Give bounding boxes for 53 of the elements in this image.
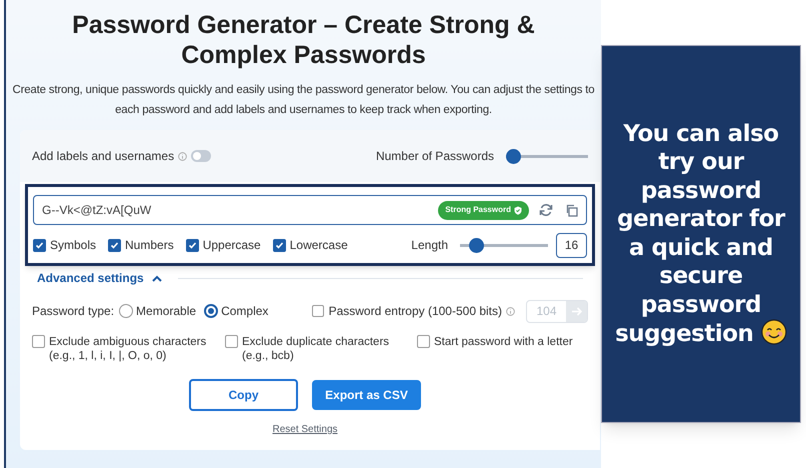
hint-text: (e.g., 1, l, i, I, |, O, o, 0) xyxy=(49,349,168,363)
slider-label: Number of Passwords xyxy=(376,148,494,165)
info-icon xyxy=(506,306,515,316)
checkbox[interactable] xyxy=(186,238,199,252)
description-text: Create strong, unique passwords quickly and easily using the password generator below. You can adjust the settings to xyxy=(12,83,594,98)
option-label: Password type: xyxy=(32,303,114,320)
checkbox-label: Password entropy (100-500 bits) xyxy=(328,303,502,320)
checkbox[interactable] xyxy=(225,335,238,348)
copy-button[interactable]: Copy xyxy=(189,379,298,411)
password-field[interactable]: G--Vk<@tZ:vA[QuW Strong Password xyxy=(33,195,587,225)
radio-button[interactable] xyxy=(204,304,218,318)
checkbox-label: Lowercase xyxy=(290,237,348,254)
copy-icon[interactable] xyxy=(565,204,578,216)
advanced-settings-toggle[interactable]: Advanced settings xyxy=(37,269,162,287)
reset-settings-link[interactable]: Reset Settings xyxy=(272,422,338,437)
toggle-switch[interactable] xyxy=(191,150,212,162)
length-field[interactable]: 16 xyxy=(556,232,587,258)
checkbox-label: Exclude ambiguous characters xyxy=(49,335,206,349)
checkbox[interactable] xyxy=(417,335,430,348)
slider-thumb[interactable] xyxy=(468,238,484,252)
checkbox-label: Numbers xyxy=(125,237,174,254)
checkbox-label: Symbols xyxy=(50,237,96,254)
password-value: G--Vk<@tZ:vA[QuW xyxy=(42,202,152,219)
radio-label: Complex xyxy=(221,303,268,320)
smiling-face-icon xyxy=(760,319,787,345)
radio-button[interactable] xyxy=(119,304,134,318)
entropy-field: 104 xyxy=(526,300,588,322)
page-title: Password Generator – Create Strong & Complex Passwords xyxy=(71,10,536,70)
callout-text: You can also try our password generator for a quick and secure password suggestion xyxy=(614,120,788,348)
export-button[interactable]: Export as CSV xyxy=(312,380,421,410)
slider-thumb[interactable] xyxy=(506,148,521,164)
checkbox[interactable] xyxy=(272,238,286,252)
checkbox-label: Uppercase xyxy=(202,237,261,254)
checkbox[interactable] xyxy=(312,305,324,317)
hint-text: (e.g., bcb) xyxy=(242,349,295,363)
refresh-icon[interactable] xyxy=(539,203,553,217)
check-icon xyxy=(188,240,197,250)
radio-label: Memorable xyxy=(136,303,196,320)
checkbox[interactable] xyxy=(108,238,122,252)
checkbox[interactable] xyxy=(32,335,45,348)
check-icon xyxy=(274,240,284,250)
check-icon xyxy=(110,240,120,250)
checkbox-label: Start password with a letter xyxy=(434,335,573,349)
arrow-right-icon xyxy=(566,300,587,322)
description-text: each password and add labels and usernames to keep track when exporting. xyxy=(115,103,492,118)
info-icon xyxy=(178,152,188,160)
check-icon xyxy=(35,240,44,250)
checkbox[interactable] xyxy=(33,238,46,252)
strength-badge: Strong Password xyxy=(438,200,529,220)
checkbox-label: Exclude duplicate characters xyxy=(242,335,390,349)
toggle-label: Add labels and usernames xyxy=(32,148,174,165)
chevron-icon xyxy=(152,274,162,282)
slider-label: Length xyxy=(411,237,448,254)
